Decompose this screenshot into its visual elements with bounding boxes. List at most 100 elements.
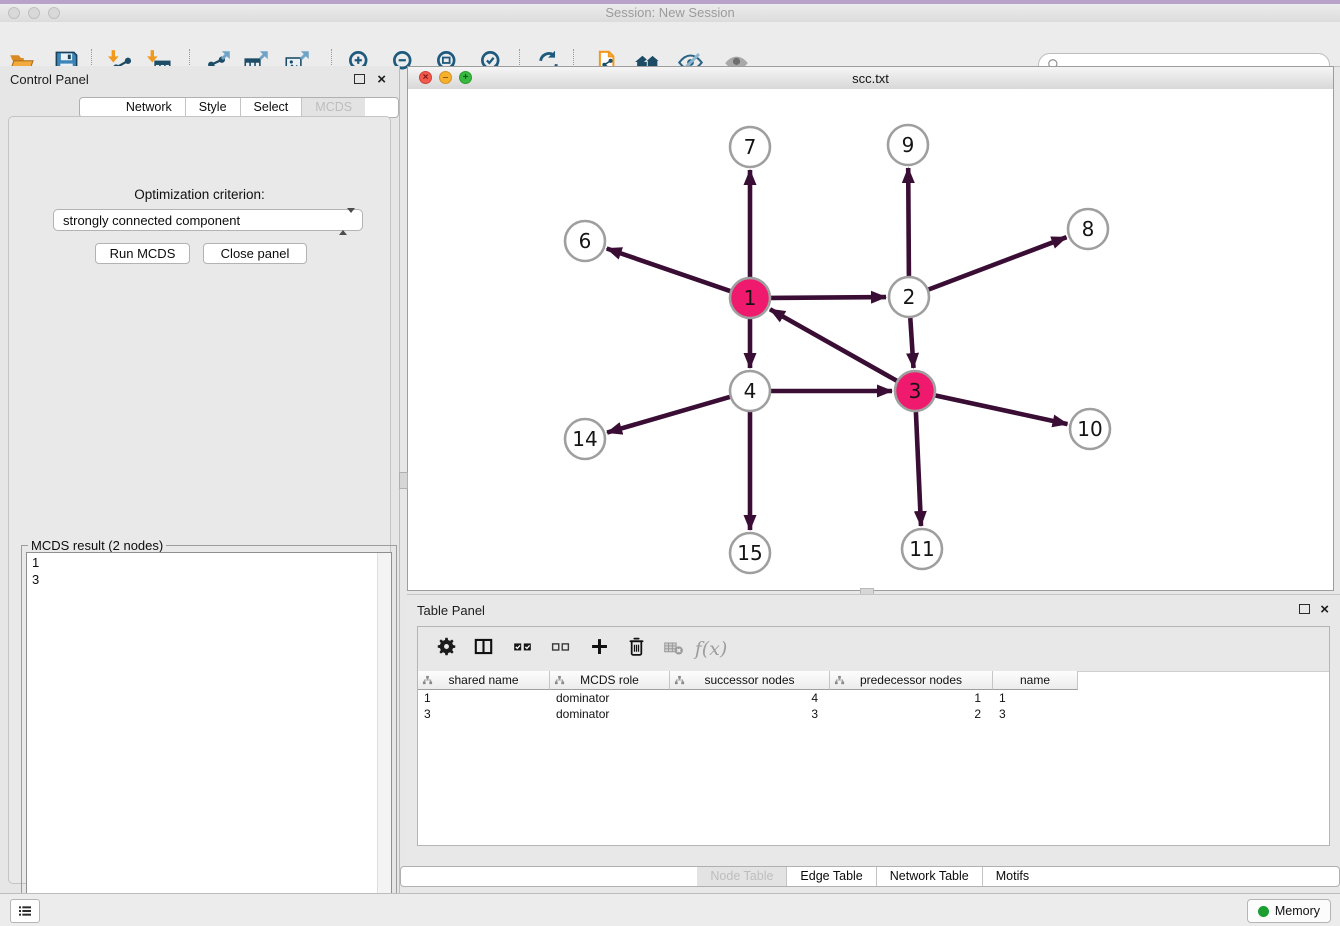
svg-text:11: 11 [909, 537, 934, 561]
vertical-splitter-handle[interactable] [399, 472, 408, 489]
deselect-all-columns-button[interactable] [543, 632, 577, 666]
table-panel-close-icon[interactable] [1320, 604, 1329, 616]
graph-node-11[interactable]: 11 [902, 529, 942, 569]
graph-node-7[interactable]: 7 [730, 127, 770, 167]
table-panel: Table Panel f(x) shared nameMCDS rolesuc… [407, 594, 1340, 893]
graph-node-3[interactable]: 3 [895, 371, 935, 411]
column-header-predecessor-nodes[interactable]: predecessor nodes [830, 671, 993, 690]
graph-edge-1-6[interactable] [607, 249, 731, 292]
table-cell[interactable]: 3 [418, 706, 550, 722]
control-panel-title: Control Panel [10, 72, 89, 87]
graph-edge-2-9[interactable] [908, 168, 909, 276]
close-panel-button[interactable]: Close panel [203, 243, 307, 264]
graph-edge-1-2[interactable] [771, 297, 886, 298]
split-view-button[interactable] [466, 632, 500, 666]
table-cell[interactable]: dominator [550, 706, 670, 722]
table-cell[interactable]: dominator [550, 690, 670, 706]
optimization-criterion-value: strongly connected component [63, 213, 240, 228]
column-header-MCDS-role[interactable]: MCDS role [550, 671, 670, 690]
table-cell[interactable]: 3 [993, 706, 1078, 722]
delete-table-icon [663, 636, 684, 662]
graph-edge-4-14[interactable] [607, 397, 730, 433]
column-header-label: MCDS role [580, 673, 639, 687]
control-panel-float-icon[interactable] [354, 74, 365, 84]
table-cell[interactable]: 3 [670, 706, 830, 722]
graph-node-15[interactable]: 15 [730, 533, 770, 573]
graph-node-8[interactable]: 8 [1068, 209, 1108, 249]
graph-node-1[interactable]: 1 [730, 278, 770, 318]
table-tabs: Node TableEdge TableNetwork TableMotifs [400, 866, 1340, 887]
column-hierarchy-icon [422, 675, 433, 686]
run-mcds-button[interactable]: Run MCDS [95, 243, 190, 264]
graph-edge-3-10[interactable] [936, 396, 1068, 425]
network-window-titlebar: scc.txt [408, 67, 1333, 90]
graph-node-2[interactable]: 2 [889, 277, 929, 317]
control-tab-select[interactable]: Select [241, 98, 303, 117]
svg-text:9: 9 [902, 133, 915, 157]
table-toolbar: f(x) [418, 627, 1329, 672]
table-row: 1dominator411 [418, 690, 1078, 706]
svg-text:3: 3 [909, 379, 922, 403]
function-builder-button: f(x) [694, 632, 728, 666]
application-window: Session: New Session Control Panel Netwo… [0, 0, 1340, 926]
delete-column-icon [626, 636, 647, 662]
svg-text:6: 6 [579, 229, 592, 253]
table-row: 3dominator323 [418, 706, 1078, 722]
svg-text:15: 15 [737, 541, 762, 565]
deselect-all-columns-icon [550, 636, 571, 662]
table-cell[interactable]: 1 [830, 690, 993, 706]
memory-button[interactable]: Memory [1247, 899, 1331, 923]
table-tab-network-table[interactable]: Network Table [877, 867, 983, 886]
mcds-result-list[interactable]: 13 [26, 552, 392, 924]
column-header-successor-nodes[interactable]: successor nodes [670, 671, 830, 690]
select-all-columns-button[interactable] [505, 632, 539, 666]
graph-edge-3-1[interactable] [770, 309, 897, 380]
graph-node-10[interactable]: 10 [1070, 409, 1110, 449]
status-bar: Memory [0, 893, 1340, 926]
delete-column-button[interactable] [619, 632, 653, 666]
table-cell[interactable]: 1 [418, 690, 550, 706]
mcds-result-title: MCDS result (2 nodes) [28, 538, 166, 553]
split-view-icon [473, 636, 494, 662]
table-tab-edge-table[interactable]: Edge Table [787, 867, 876, 886]
column-header-label: shared name [448, 673, 518, 687]
task-history-button[interactable] [10, 899, 40, 923]
graph-node-9[interactable]: 9 [888, 125, 928, 165]
gear-button[interactable] [429, 632, 463, 666]
table-cell[interactable]: 1 [993, 690, 1078, 706]
mcds-result-node: 1 [32, 554, 386, 571]
graph-edge-3-11[interactable] [916, 412, 921, 526]
mcds-result-node: 3 [32, 571, 386, 588]
node-table-container: f(x) shared name MCDS role successor nodes… [417, 626, 1330, 846]
memory-label: Memory [1275, 904, 1320, 918]
window-titlebar: Session: New Session [0, 0, 1340, 23]
control-tab-mcds[interactable]: MCDS [302, 98, 365, 117]
table-panel-float-icon[interactable] [1299, 604, 1310, 614]
column-header-shared-name[interactable]: shared name [418, 671, 550, 690]
control-panel-close-icon[interactable] [377, 74, 386, 86]
window-title: Session: New Session [0, 5, 1340, 20]
optimization-criterion-select[interactable]: strongly connected component [53, 209, 363, 231]
select-all-columns-icon [512, 636, 533, 662]
graph-node-6[interactable]: 6 [565, 221, 605, 261]
graph-edge-2-8[interactable] [929, 237, 1067, 289]
svg-text:1: 1 [744, 286, 757, 310]
column-header-label: successor nodes [704, 673, 794, 687]
add-column-icon [589, 636, 610, 662]
add-column-button[interactable] [582, 632, 616, 666]
graph-edge-2-3[interactable] [910, 318, 913, 368]
control-tab-network[interactable]: Network [113, 98, 186, 117]
column-header-label: name [1020, 673, 1050, 687]
table-cell[interactable]: 4 [670, 690, 830, 706]
graph-node-14[interactable]: 14 [565, 419, 605, 459]
table-tab-node-table[interactable]: Node Table [697, 867, 787, 886]
column-header-name[interactable]: name [993, 671, 1078, 690]
control-tab-style[interactable]: Style [186, 98, 241, 117]
table-cell[interactable]: 2 [830, 706, 993, 722]
memory-status-dot [1258, 906, 1269, 917]
network-canvas[interactable]: 7 9 6 8 1 2 4 3 14 10 15 11 [408, 89, 1333, 590]
table-tab-motifs[interactable]: Motifs [983, 867, 1042, 886]
result-scrollbar[interactable] [377, 553, 391, 923]
window-accent-strip [0, 0, 1340, 4]
graph-node-4[interactable]: 4 [730, 371, 770, 411]
